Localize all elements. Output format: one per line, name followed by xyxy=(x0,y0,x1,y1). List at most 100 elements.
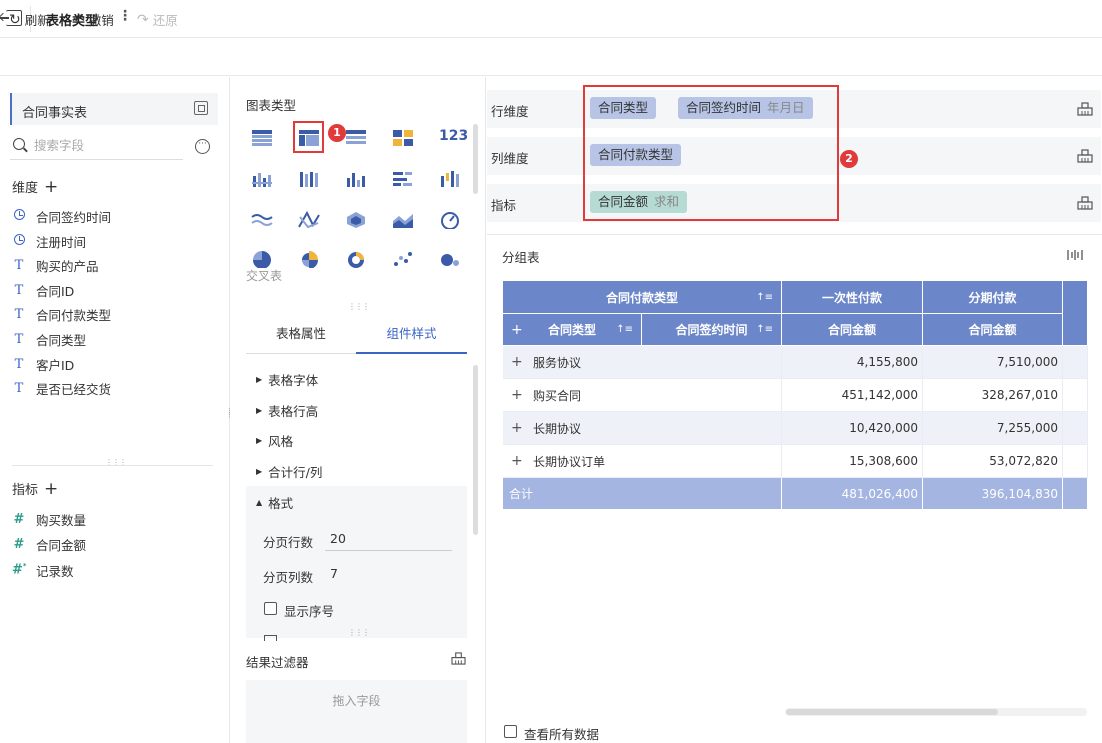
expand-row-icon[interactable]: + xyxy=(511,420,523,436)
total-one-time: 481,026,400 xyxy=(782,478,923,509)
cell-overflow xyxy=(1063,412,1088,445)
measure-item[interactable]: # 合同金额 xyxy=(12,534,86,554)
resize-handle[interactable]: ⋮⋮⋮ xyxy=(348,302,370,311)
stacked-column-icon[interactable] xyxy=(251,170,273,188)
header-overflow xyxy=(1063,281,1088,346)
section-format[interactable]: ▲ 格式 xyxy=(256,493,293,512)
header-measure-amount: 合同金额 xyxy=(923,314,1063,346)
section-totals[interactable]: ▶ 合计行/列 xyxy=(256,462,322,481)
table-row-label[interactable]: + 服务协议 xyxy=(503,346,782,379)
donut-chart-icon[interactable] xyxy=(345,250,367,268)
redo-button[interactable]: ↷ 还原 xyxy=(137,10,178,29)
expand-triangle-icon: ▶ xyxy=(256,467,263,476)
dimension-item[interactable]: T 购买的产品 xyxy=(12,255,99,275)
chart-type-caption: 交叉表 xyxy=(246,269,283,283)
expand-row-icon[interactable]: + xyxy=(511,387,523,403)
pie-chart-icon[interactable] xyxy=(251,250,273,268)
chart-list-scrollbar[interactable] xyxy=(473,124,478,194)
dimension-label: 合同ID xyxy=(36,283,75,299)
dimension-item[interactable]: 注册时间 xyxy=(12,231,86,251)
radar-line-icon[interactable] xyxy=(298,211,320,229)
table-hscroll-thumb[interactable] xyxy=(786,709,998,715)
measure-item[interactable]: #* 记录数 xyxy=(12,560,74,580)
cell-installment: 328,267,010 xyxy=(923,379,1063,412)
dimension-item[interactable]: T 客户ID xyxy=(12,354,75,374)
clear-shelf-icon[interactable] xyxy=(1077,196,1093,210)
view-all-label: 查看所有数据 xyxy=(524,727,600,742)
style-panel-scrollbar[interactable] xyxy=(473,365,478,535)
sort-icon[interactable]: ↑≡ xyxy=(756,324,773,335)
clear-filter-icon[interactable] xyxy=(451,652,466,665)
sort-icon[interactable]: ↑≡ xyxy=(756,292,773,303)
dimension-item[interactable]: 合同签约时间 xyxy=(12,206,111,226)
tab-table-properties[interactable]: 表格属性 xyxy=(246,316,356,354)
tab-component-style[interactable]: 组件样式 xyxy=(356,316,467,354)
section-label: 合计行/列 xyxy=(268,465,323,480)
more-menu-icon[interactable]: ⋮ xyxy=(118,8,132,24)
refresh-icon: ↻ xyxy=(9,11,21,28)
switch-table-icon[interactable] xyxy=(194,101,208,115)
line-chart-icon[interactable] xyxy=(251,211,273,229)
waterfall-chart-icon[interactable] xyxy=(439,170,461,188)
expand-row-icon[interactable]: + xyxy=(511,453,523,469)
dimension-item[interactable]: T 是否已经交货 xyxy=(12,378,111,398)
clear-shelf-icon[interactable] xyxy=(1077,149,1093,163)
radar-chart-icon[interactable] xyxy=(345,211,367,229)
table-row-label[interactable]: + 购买合同 xyxy=(503,379,782,412)
bar-chart-icon[interactable] xyxy=(392,170,414,188)
panel-divider xyxy=(12,465,213,466)
number-type-icon: # xyxy=(13,511,25,527)
refresh-button[interactable]: ↻ 刷新 xyxy=(9,10,50,29)
dimension-item[interactable]: T 合同付款类型 xyxy=(12,304,111,324)
more-options-icon[interactable]: ··· xyxy=(195,139,210,154)
filter-drop-zone[interactable] xyxy=(246,680,467,743)
dimension-item[interactable]: T 合同ID xyxy=(12,280,75,300)
count-type-icon: #* xyxy=(12,562,27,578)
section-label: 表格字体 xyxy=(268,373,319,388)
partial-checkbox[interactable] xyxy=(264,635,277,641)
scatter-chart-icon[interactable] xyxy=(392,250,414,268)
dimension-item[interactable]: T 合同类型 xyxy=(12,329,86,349)
cell-one-time: 451,142,000 xyxy=(782,379,923,412)
search-field-input[interactable] xyxy=(34,136,184,154)
header-payment-type[interactable]: 合同付款类型 ↑≡ xyxy=(503,281,782,314)
filter-drop-hint: 拖入字段 xyxy=(332,694,381,708)
grouped-column-icon[interactable] xyxy=(298,170,320,188)
clear-shelf-icon[interactable] xyxy=(1077,102,1093,116)
table-row-label[interactable]: + 长期协议订单 xyxy=(503,445,782,478)
measure-label: 购买数量 xyxy=(36,512,87,528)
measure-item[interactable]: # 购买数量 xyxy=(12,509,86,529)
column-width-icon[interactable] xyxy=(1067,249,1083,261)
section-style[interactable]: ▶ 风格 xyxy=(256,431,293,450)
section-table-font[interactable]: ▶ 表格字体 xyxy=(256,370,318,389)
table-name: 合同事实表 xyxy=(22,106,88,121)
number-chart-icon[interactable]: 123 xyxy=(439,128,468,144)
shelves-highlight xyxy=(583,85,839,221)
table-chart-icon[interactable] xyxy=(251,129,273,147)
header-contract-type[interactable]: + 合同类型 ↑≡ xyxy=(503,314,642,346)
page-cols-input[interactable]: 7 xyxy=(330,566,338,581)
page-rows-input[interactable]: 20 xyxy=(330,531,346,546)
header-sign-time[interactable]: 合同签约时间 ↑≡ xyxy=(642,314,782,346)
grouped-table-icon[interactable] xyxy=(345,129,367,147)
dimension-label: 注册时间 xyxy=(36,234,87,250)
undo-button[interactable]: ↶ 撤销 xyxy=(73,10,114,29)
rose-chart-icon[interactable] xyxy=(298,250,320,268)
expand-row-icon[interactable]: + xyxy=(511,354,523,370)
add-measure-icon[interactable]: + xyxy=(44,480,58,497)
area-chart-icon[interactable] xyxy=(392,211,414,229)
sort-icon[interactable]: ↑≡ xyxy=(616,324,633,335)
resize-handle[interactable]: ⋮⋮⋮ xyxy=(348,628,370,637)
expand-all-icon[interactable]: + xyxy=(511,322,523,338)
result-filter-title: 结果过滤器 xyxy=(246,655,309,670)
view-all-checkbox[interactable] xyxy=(504,725,517,738)
column-chart-icon[interactable] xyxy=(345,170,367,188)
show-seq-checkbox[interactable] xyxy=(264,602,277,615)
table-row-label[interactable]: + 长期协议 xyxy=(503,412,782,445)
bubble-chart-icon[interactable] xyxy=(439,250,461,268)
total-row-label: 合计 xyxy=(503,478,782,509)
kpi-card-icon[interactable] xyxy=(392,129,414,147)
add-dimension-icon[interactable]: + xyxy=(44,178,58,195)
gauge-chart-icon[interactable] xyxy=(439,211,461,229)
section-row-height[interactable]: ▶ 表格行高 xyxy=(256,401,318,420)
